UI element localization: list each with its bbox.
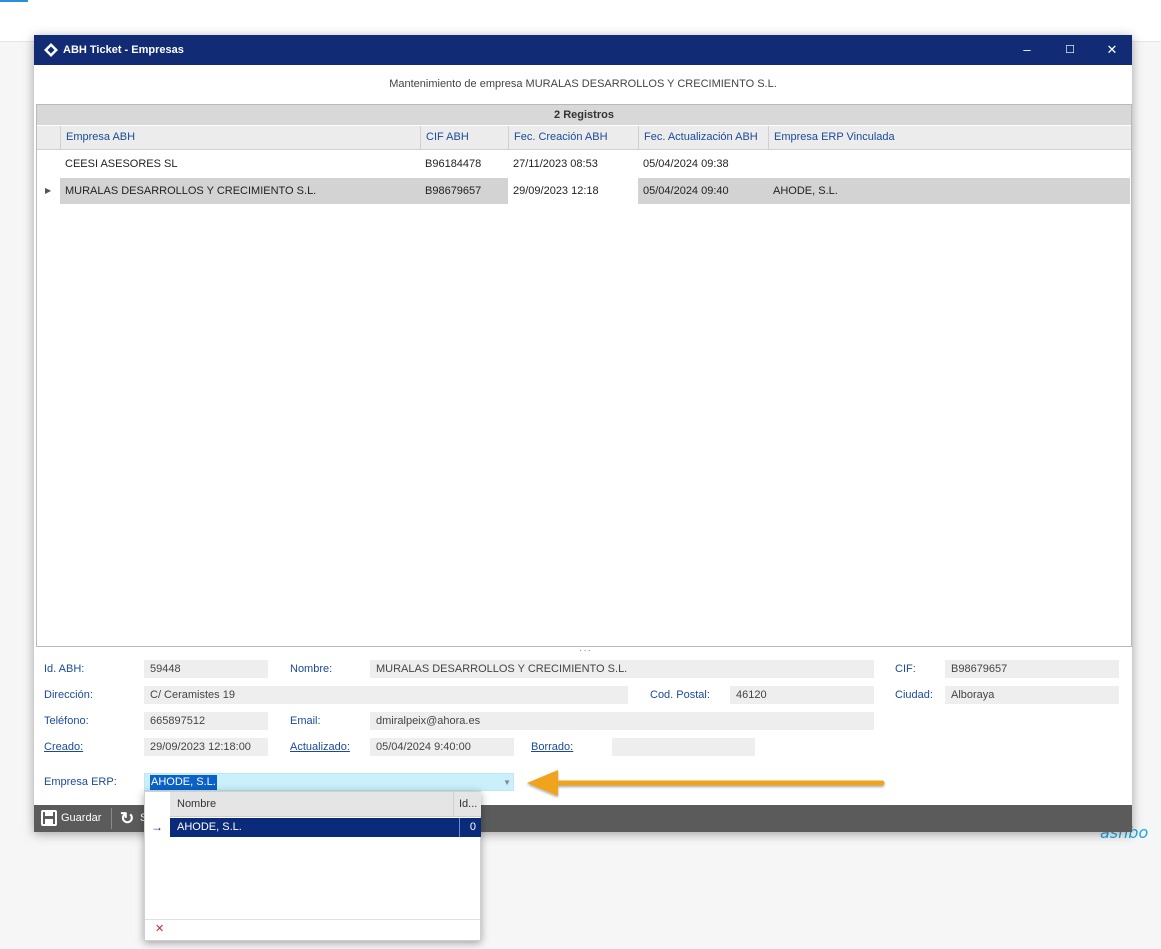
minimize-button[interactable]: –: [1017, 41, 1037, 59]
row-indicator-icon: ▶: [45, 186, 52, 195]
record-count: 2 Registros: [37, 105, 1131, 125]
cod-postal-field[interactable]: 46120: [730, 686, 874, 704]
empresa-erp-combobox[interactable]: AHODE, S.L. ▼: [144, 773, 514, 791]
column-header-cif-abh[interactable]: CIF ABH: [420, 126, 508, 149]
cell-cif-abh: B98679657: [425, 185, 482, 197]
cell-fec-actualizacion: 05/04/2024 09:38: [643, 158, 729, 170]
email-field[interactable]: dmiralpeix@ahora.es: [370, 712, 874, 730]
creado-label[interactable]: Creado:: [44, 739, 83, 755]
close-button[interactable]: ✕: [1102, 41, 1122, 59]
toolbar-separator: [111, 808, 112, 829]
email-label: Email:: [290, 715, 321, 727]
dropdown-column-nombre[interactable]: Nombre: [177, 792, 216, 816]
cell-empresa-erp: AHODE, S.L.: [773, 185, 838, 197]
grid-header: Empresa ABH CIF ABH Fec. Creación ABH Fe…: [37, 126, 1131, 150]
save-label: Guardar: [61, 812, 102, 824]
dropdown-column-id[interactable]: Id...: [453, 792, 477, 816]
page-subtitle: Mantenimiento de empresa MURALAS DESARRO…: [389, 78, 777, 90]
nombre-label: Nombre:: [290, 663, 333, 675]
telefono-label: Teléfono:: [44, 715, 89, 727]
direccion-field[interactable]: C/ Ceramistes 19: [144, 686, 628, 704]
nombre-field[interactable]: MURALAS DESARROLLOS Y CRECIMIENTO S.L.: [370, 660, 874, 678]
dropdown-option[interactable]: AHODE, S.L. 0: [170, 818, 481, 837]
clear-icon[interactable]: ✕: [155, 922, 164, 935]
borrado-field[interactable]: [612, 738, 755, 756]
table-row[interactable]: CEESI ASESORES SL B96184478 27/11/2023 0…: [37, 151, 1131, 177]
actualizado-label[interactable]: Actualizado:: [290, 739, 350, 755]
dropdown-option-id: 0: [458, 818, 476, 837]
creado-field[interactable]: 29/09/2023 12:18:00: [144, 738, 268, 756]
cod-postal-label: Cod. Postal:: [650, 689, 710, 701]
splitter-handle[interactable]: ···: [579, 645, 592, 656]
empresas-window: ABH Ticket - Empresas – ☐ ✕ Mantenimient…: [34, 35, 1132, 832]
title-bar[interactable]: ABH Ticket - Empresas – ☐ ✕: [34, 35, 1132, 65]
empresas-grid[interactable]: 2 Registros Empresa ABH CIF ABH Fec. Cre…: [36, 104, 1132, 647]
telefono-field[interactable]: 665897512: [144, 712, 268, 730]
chevron-down-icon[interactable]: ▼: [503, 774, 511, 791]
actualizado-field[interactable]: 05/04/2024 9:40:00: [370, 738, 514, 756]
current-row-arrow-icon: →: [151, 820, 163, 834]
window-title: ABH Ticket - Empresas: [63, 44, 184, 56]
empresa-erp-label: Empresa ERP:: [44, 776, 117, 788]
cell-empresa-erp: [768, 151, 1131, 177]
borrado-label[interactable]: Borrado:: [531, 739, 573, 755]
refresh-icon: ↻: [120, 809, 135, 828]
column-header-empresa-erp[interactable]: Empresa ERP Vinculada: [768, 126, 1131, 149]
save-icon: [41, 810, 57, 826]
id-abh-label: Id. ABH:: [44, 663, 85, 675]
empresa-erp-selected-text: AHODE, S.L.: [150, 775, 217, 790]
dropdown-footer: ✕: [145, 919, 480, 940]
cell-fec-creacion: 27/11/2023 08:53: [513, 158, 598, 170]
cif-field[interactable]: B98679657: [945, 660, 1119, 678]
top-accent-bar: [0, 0, 28, 2]
dropdown-option-name: AHODE, S.L.: [177, 821, 242, 833]
direccion-label: Dirección:: [44, 689, 93, 701]
table-row-selected[interactable]: MURALAS DESARROLLOS Y CRECIMIENTO S.L. B…: [60, 178, 1130, 204]
id-abh-field[interactable]: 59448: [144, 660, 268, 678]
cell-empresa-abh: CEESI ASESORES SL: [65, 158, 178, 170]
app-logo-icon: [44, 43, 58, 57]
column-header-fec-actualizacion[interactable]: Fec. Actualización ABH: [638, 126, 768, 149]
column-header-empresa-abh[interactable]: Empresa ABH: [60, 126, 420, 149]
ciudad-label: Ciudad:: [895, 689, 933, 701]
cif-label: CIF:: [895, 663, 916, 675]
cell-fec-actualizacion: 05/04/2024 09:40: [643, 185, 729, 197]
callout-arrow: [527, 770, 885, 796]
ciudad-field[interactable]: Alboraya: [945, 686, 1119, 704]
empresa-erp-dropdown[interactable]: Nombre Id... → AHODE, S.L. 0 ✕: [144, 791, 481, 941]
column-header-fec-creacion[interactable]: Fec. Creación ABH: [508, 126, 638, 149]
cell-empresa-abh: MURALAS DESARROLLOS Y CRECIMIENTO S.L.: [65, 185, 317, 197]
save-button[interactable]: Guardar: [40, 805, 108, 832]
maximize-button[interactable]: ☐: [1060, 41, 1080, 59]
cell-fec-creacion-focused[interactable]: 29/09/2023 12:18: [508, 178, 638, 204]
dropdown-header: Nombre Id...: [170, 792, 481, 817]
cell-cif-abh: B96184478: [425, 158, 482, 170]
